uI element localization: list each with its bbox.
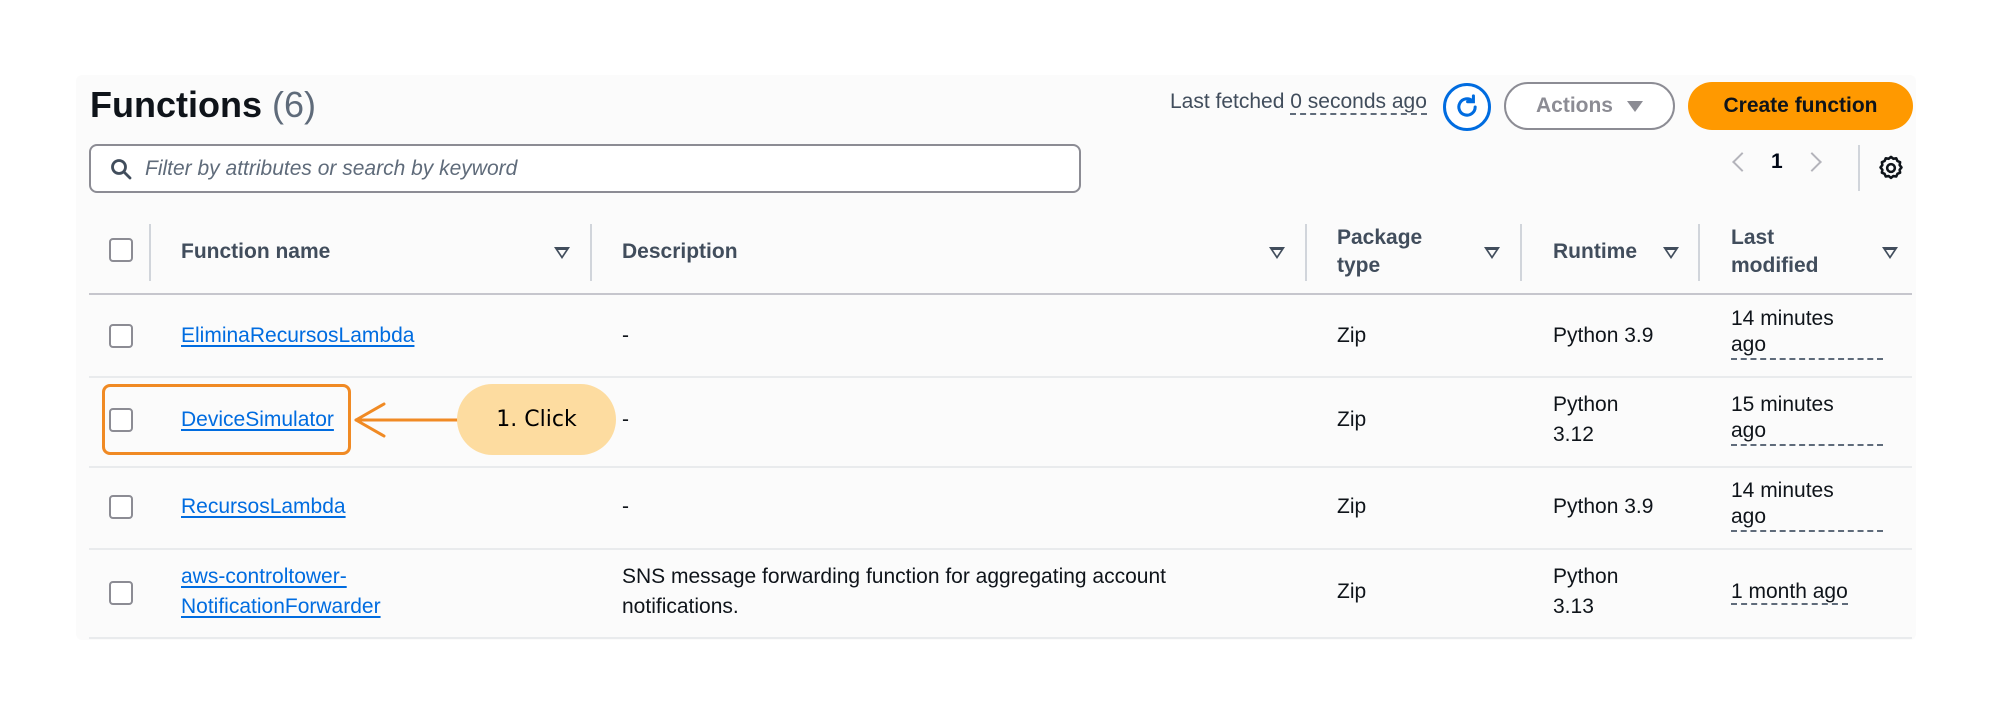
settings-icon[interactable] <box>1877 154 1905 182</box>
package-cell: Zip <box>1337 580 1367 603</box>
row-divider <box>89 637 1912 639</box>
sort-icon[interactable] <box>554 247 570 259</box>
function-link-line1[interactable]: aws-controltower- <box>181 565 347 588</box>
column-divider <box>1305 224 1307 281</box>
runtime-cell: Python 3.12 <box>1553 390 1618 450</box>
header-divider <box>89 293 1912 295</box>
refresh-button[interactable] <box>1443 83 1491 131</box>
actions-label: Actions <box>1535 94 1613 117</box>
select-all-checkbox[interactable] <box>109 238 133 262</box>
runtime-line2: 3.12 <box>1553 423 1594 446</box>
modified-line2[interactable]: ago <box>1731 418 1883 446</box>
column-divider <box>1698 224 1700 281</box>
search-input[interactable] <box>145 156 1045 181</box>
pagination: 1 <box>1732 150 1822 174</box>
last-modified-cell: 14 minutes ago <box>1731 306 1883 360</box>
page-title: Functions (6) <box>90 84 316 126</box>
function-name-cell: RecursosLambda <box>181 492 346 522</box>
create-function-button[interactable]: Create function <box>1688 82 1913 130</box>
description-line1: SNS message forwarding function for aggr… <box>622 565 1166 588</box>
runtime-cell: Python 3.9 <box>1553 495 1654 518</box>
modified-line1: 14 minutes <box>1731 307 1834 330</box>
refresh-icon <box>1457 94 1477 117</box>
function-link[interactable]: EliminaRecursosLambda <box>181 324 414 347</box>
search-box[interactable] <box>89 144 1081 193</box>
last-modified-cell: 14 minutes ago <box>1731 478 1883 532</box>
column-header-package-type[interactable]: Package type <box>1337 224 1422 280</box>
click-highlight-box <box>102 384 351 455</box>
actions-button[interactable]: Actions <box>1504 82 1675 130</box>
package-header-line2: type <box>1337 254 1381 277</box>
pagination-divider <box>1858 145 1860 191</box>
runtime-line1: Python <box>1553 393 1619 416</box>
next-page-icon[interactable] <box>1801 152 1822 172</box>
sort-icon[interactable] <box>1882 247 1898 259</box>
last-fetched-label: Last fetched <box>1170 90 1285 113</box>
function-count: (6) <box>272 84 316 125</box>
row-divider <box>89 376 1912 378</box>
runtime-cell: Python 3.13 <box>1553 562 1618 622</box>
sort-icon[interactable] <box>1269 247 1285 259</box>
row-divider <box>89 548 1912 550</box>
previous-page-icon[interactable] <box>1732 152 1752 172</box>
row-checkbox[interactable] <box>109 495 133 519</box>
sort-icon[interactable] <box>1663 247 1679 259</box>
function-link-line2[interactable]: NotificationForwarder <box>181 595 381 618</box>
arrow-left-icon <box>354 402 462 438</box>
package-cell: Zip <box>1337 495 1367 518</box>
caret-down-icon <box>1627 100 1643 112</box>
column-header-description[interactable]: Description <box>622 238 738 266</box>
title-text: Functions <box>90 84 262 125</box>
description-line2: notifications. <box>622 595 739 618</box>
function-name-cell: EliminaRecursosLambda <box>181 321 414 351</box>
last-modified-cell: 15 minutes ago <box>1731 392 1883 446</box>
description-cell: SNS message forwarding function for aggr… <box>622 562 1166 622</box>
description-cell: - <box>622 495 629 518</box>
modified-line1: 14 minutes <box>1731 479 1834 502</box>
description-cell: - <box>622 408 629 431</box>
modified-header-line1: Last <box>1731 226 1775 249</box>
current-page[interactable]: 1 <box>1771 150 1783 174</box>
modified-value[interactable]: 1 month ago <box>1731 580 1848 605</box>
search-icon <box>111 158 132 179</box>
row-divider <box>89 466 1912 468</box>
column-header-runtime[interactable]: Runtime <box>1553 238 1637 266</box>
modified-line1: 15 minutes <box>1731 393 1834 416</box>
column-divider <box>590 224 592 281</box>
function-name-cell: aws-controltower- NotificationForwarder <box>181 562 381 622</box>
runtime-line2: 3.13 <box>1553 595 1594 618</box>
package-cell: Zip <box>1337 324 1367 347</box>
package-header-line1: Package <box>1337 226 1423 249</box>
modified-header-line2: modified <box>1731 254 1819 277</box>
column-divider <box>149 224 151 281</box>
column-divider <box>1520 224 1522 281</box>
row-checkbox[interactable] <box>109 581 133 605</box>
package-cell: Zip <box>1337 408 1367 431</box>
function-link[interactable]: RecursosLambda <box>181 495 346 518</box>
last-modified-cell: 1 month ago <box>1731 577 1848 607</box>
last-fetched: Last fetched 0 seconds ago <box>1170 90 1427 115</box>
modified-line2[interactable]: ago <box>1731 332 1883 360</box>
click-callout: 1. Click <box>457 384 616 455</box>
runtime-cell: Python 3.9 <box>1553 324 1654 347</box>
description-cell: - <box>622 324 629 347</box>
last-fetched-value[interactable]: 0 seconds ago <box>1290 90 1427 115</box>
sort-icon[interactable] <box>1484 247 1500 259</box>
runtime-line1: Python <box>1553 565 1619 588</box>
column-header-function-name[interactable]: Function name <box>181 238 330 266</box>
row-checkbox[interactable] <box>109 324 133 348</box>
modified-line2[interactable]: ago <box>1731 504 1883 532</box>
column-header-last-modified[interactable]: Last modified <box>1731 224 1819 280</box>
